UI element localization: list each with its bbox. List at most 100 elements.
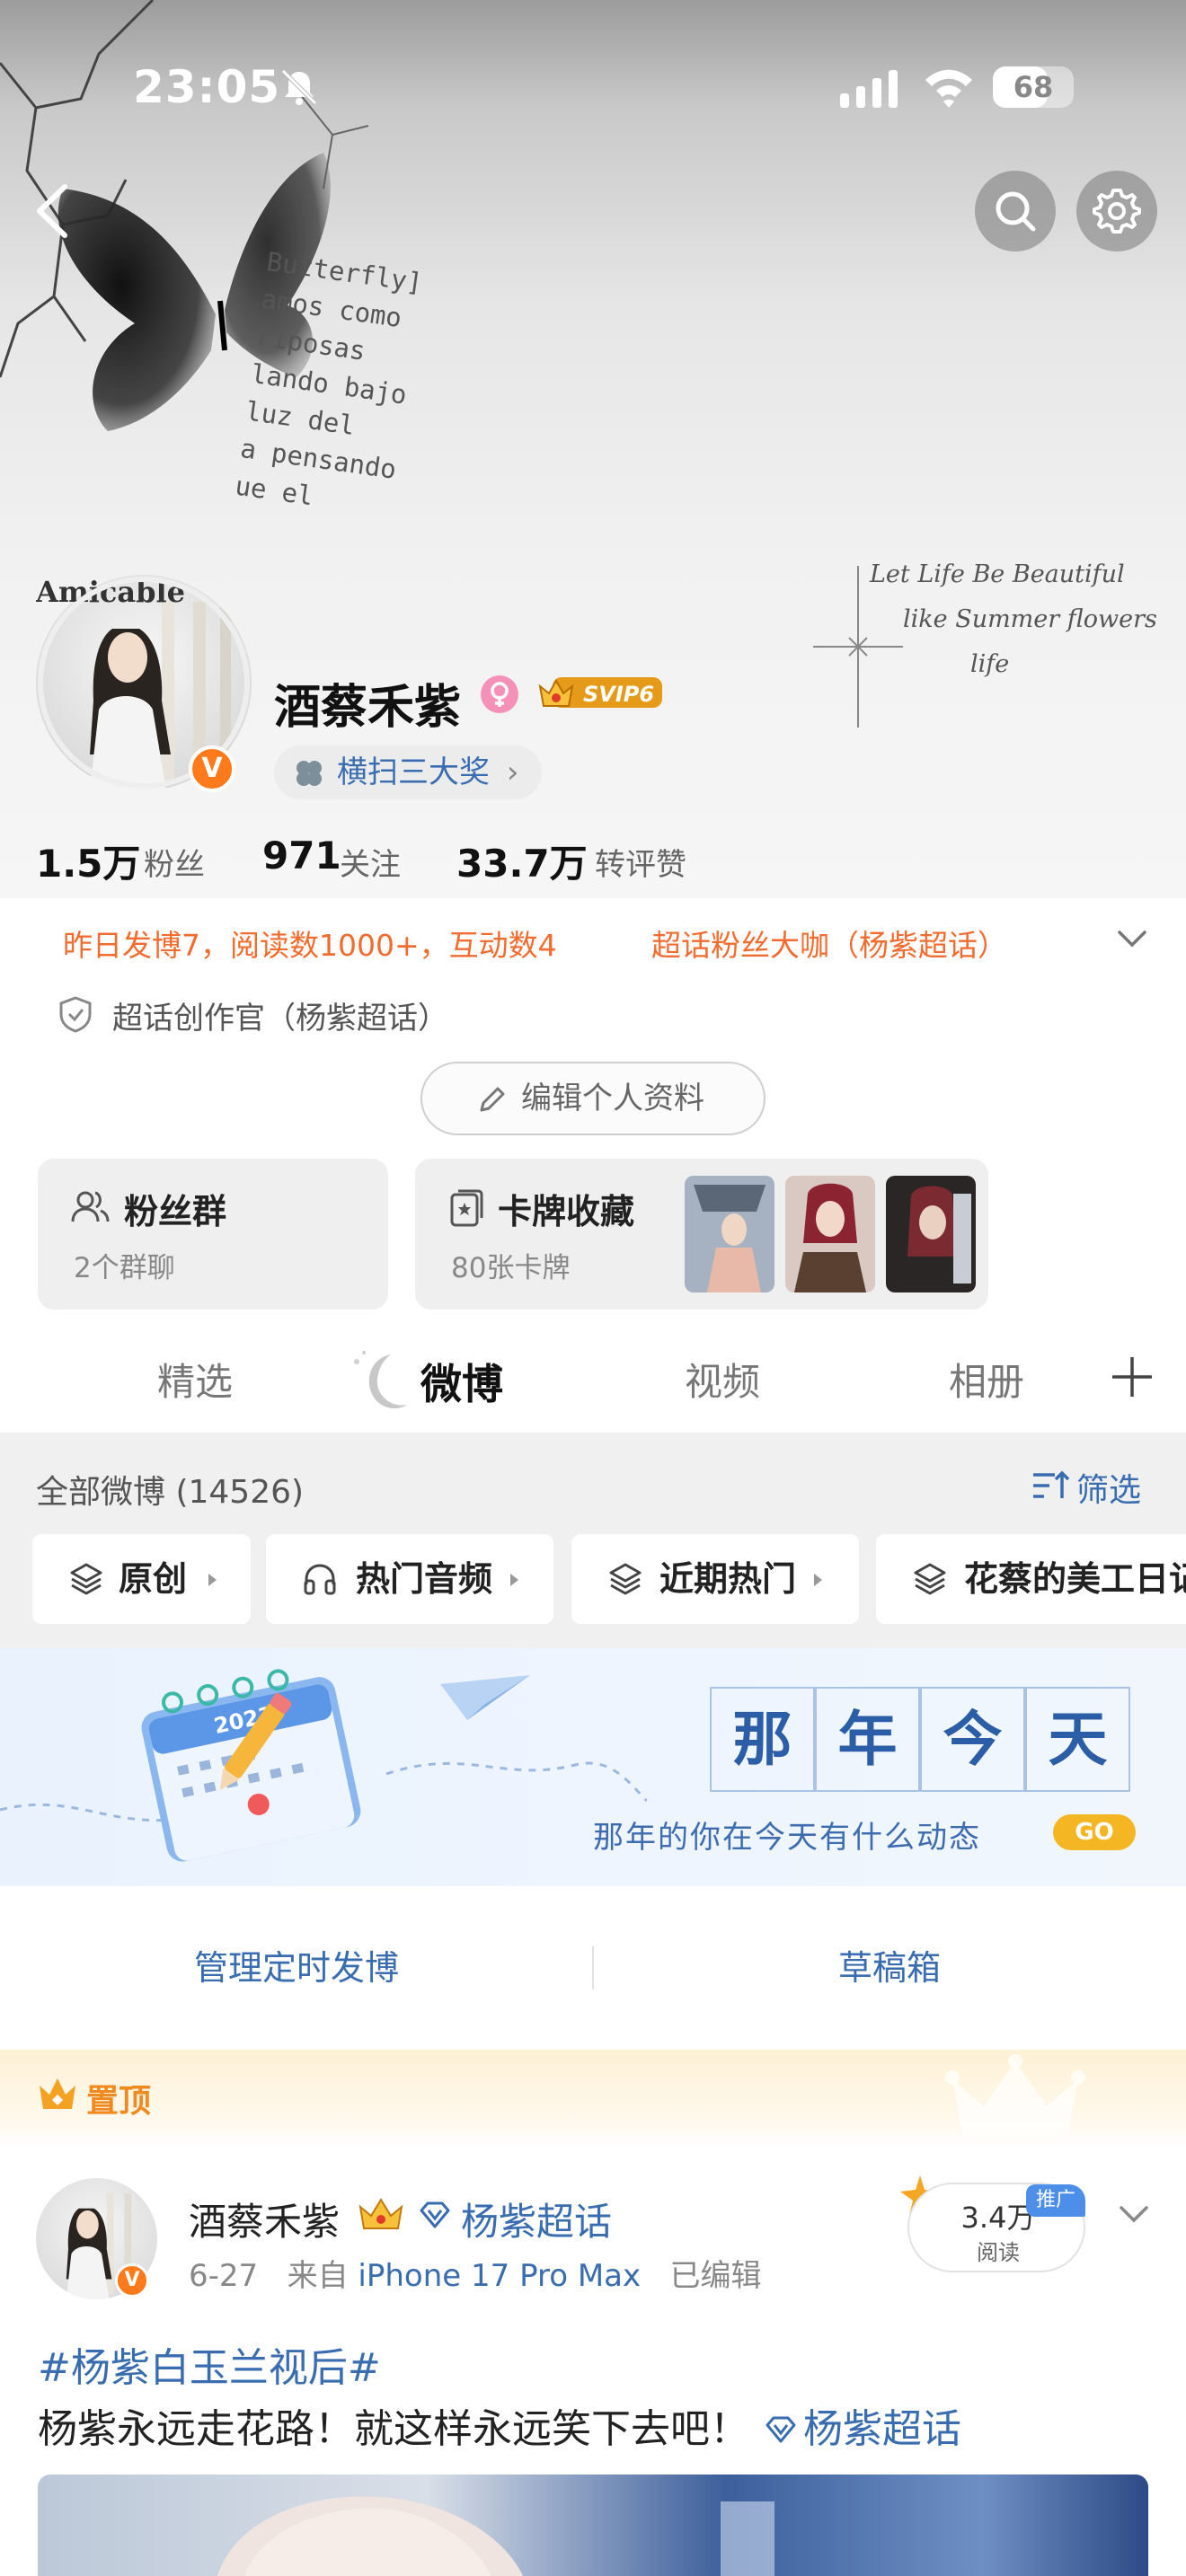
fan-group-card[interactable]: 粉丝群 2个群聊 bbox=[38, 1159, 388, 1310]
activity-summary[interactable]: 昨日发博7，阅读数1000+，互动数4 bbox=[63, 922, 557, 965]
layers-icon bbox=[70, 1563, 102, 1595]
edit-profile-label: 编辑个人资料 bbox=[521, 1081, 704, 1116]
post-photo bbox=[217, 2496, 774, 2576]
verified-badge: V bbox=[189, 745, 235, 792]
post-meta: 6-27 来自 iPhone 17 Pro Max 已编辑 bbox=[189, 2251, 762, 2295]
card-collection-sub: 80张卡牌 bbox=[451, 1252, 571, 1284]
filter-icon bbox=[1033, 1470, 1069, 1498]
filter-button[interactable]: 筛选 bbox=[1031, 1464, 1141, 1511]
chip-art-diary[interactable]: 花蔡的美工日记 bbox=[876, 1534, 1186, 1624]
calendar-illustration: 2023 bbox=[0, 1669, 647, 1862]
post-body: 杨紫永远走花路！就这样永远笑下去吧！ 杨紫超话 bbox=[38, 2396, 961, 2454]
all-posts-count: 全部微博 (14526) bbox=[36, 1474, 305, 1511]
post-username[interactable]: 酒蔡禾紫 bbox=[189, 2192, 340, 2246]
post-device[interactable]: iPhone 17 Pro Max bbox=[358, 2258, 641, 2294]
chevron-down-icon[interactable] bbox=[1114, 925, 1150, 952]
crown-icon bbox=[40, 2078, 75, 2109]
post-source-prefix: 来自 bbox=[287, 2258, 349, 2294]
plus-icon[interactable] bbox=[1110, 1354, 1155, 1399]
award-pill[interactable]: 横扫三大奖 › bbox=[274, 745, 543, 799]
post-date: 6-27 bbox=[189, 2258, 259, 2294]
filter-label: 筛选 bbox=[1076, 1472, 1142, 1509]
cover-text-art: Butterfly] amos como riposas lando bajo … bbox=[233, 243, 447, 529]
quote-line: Let Life Be Beautiful bbox=[870, 560, 1125, 588]
people-icon bbox=[71, 1191, 110, 1222]
read-label: 阅读 bbox=[977, 2240, 1020, 2265]
chip-label: 花蔡的美工日记 bbox=[964, 1559, 1186, 1599]
search-button[interactable] bbox=[975, 171, 1056, 251]
post-topic-text: 杨紫超话 bbox=[461, 2200, 613, 2244]
post-inline-topic[interactable]: 杨紫超话 bbox=[762, 2406, 961, 2452]
likes-count[interactable]: 33.7万 bbox=[456, 834, 588, 888]
profile-name: 酒蔡禾紫 bbox=[274, 681, 462, 735]
shield-icon bbox=[59, 996, 92, 1033]
edit-profile-button[interactable]: 编辑个人资料 bbox=[420, 1062, 766, 1135]
back-arrow-icon[interactable] bbox=[25, 180, 79, 243]
quote-line: life bbox=[970, 650, 1010, 678]
post-edited[interactable]: 已编辑 bbox=[670, 2258, 762, 2294]
status-time: 23:05 bbox=[133, 61, 281, 113]
gear-icon bbox=[1093, 189, 1141, 234]
banner-char: 今 bbox=[920, 1687, 1025, 1792]
award-text: 横扫三大奖 bbox=[337, 754, 490, 790]
svip-badge[interactable]: SVIP6 bbox=[536, 672, 664, 713]
card-thumb bbox=[785, 1176, 875, 1292]
card-icon bbox=[450, 1189, 483, 1227]
chip-hot-audio[interactable]: 热门音频 bbox=[266, 1534, 553, 1624]
layers-icon bbox=[609, 1563, 642, 1595]
drafts-button[interactable]: 草稿箱 bbox=[593, 1915, 1186, 2021]
manage-bar: 管理定时发博 草稿箱 bbox=[0, 1915, 1186, 2021]
crown-decoration bbox=[945, 2054, 1085, 2138]
go-button[interactable]: GO bbox=[1053, 1814, 1136, 1850]
pinned-label: 置顶 bbox=[86, 2083, 152, 2120]
chip-original[interactable]: 原创 bbox=[32, 1534, 251, 1624]
tab-video[interactable]: 视频 bbox=[685, 1352, 760, 1407]
chip-triangle bbox=[814, 1574, 822, 1586]
tab-weibo[interactable]: 微博 bbox=[420, 1352, 503, 1411]
post-topic-link[interactable]: 杨紫超话 bbox=[418, 2192, 612, 2246]
following-count[interactable]: 971 bbox=[262, 834, 341, 878]
layers-icon bbox=[914, 1563, 946, 1595]
followers-count[interactable]: 1.5万 bbox=[36, 834, 140, 888]
female-icon bbox=[481, 675, 518, 713]
card-collection-card[interactable]: 卡牌收藏 80张卡牌 bbox=[415, 1159, 988, 1310]
clover-icon bbox=[296, 761, 322, 786]
diamond-icon bbox=[420, 2201, 450, 2228]
cover-quote: Let Life Be Beautiful like Summer flower… bbox=[845, 552, 1186, 687]
post-verified-badge: V bbox=[115, 2263, 149, 2298]
chevron-down-icon[interactable] bbox=[1116, 2201, 1152, 2228]
chip-recent-hot[interactable]: 近期热门 bbox=[571, 1534, 859, 1624]
fan-title-badge[interactable]: 超话粉丝大咖（杨紫超话） bbox=[651, 922, 1007, 965]
creator-title[interactable]: 超话创作官（杨紫超话） bbox=[112, 993, 448, 1037]
bell-mute-icon bbox=[281, 69, 317, 105]
battery-indicator: 68 bbox=[993, 66, 1074, 108]
banner-char: 天 bbox=[1025, 1687, 1130, 1792]
scheduled-posts-button[interactable]: 管理定时发博 bbox=[0, 1915, 593, 2021]
award-arrow: › bbox=[506, 754, 519, 790]
post-image[interactable] bbox=[38, 2475, 1148, 2576]
following-label[interactable]: 关注 bbox=[340, 840, 401, 884]
banner-char: 年 bbox=[815, 1687, 920, 1792]
card-thumb bbox=[886, 1176, 976, 1292]
chip-label: 近期热门 bbox=[659, 1559, 797, 1599]
promote-tag[interactable]: 推广 bbox=[1026, 2184, 1085, 2217]
banner-char: 那 bbox=[710, 1687, 815, 1792]
crown-badge-icon bbox=[358, 2198, 403, 2229]
banner-subtitle: 那年的你在今天有什么动态 bbox=[593, 1820, 981, 1856]
search-icon bbox=[996, 191, 1036, 232]
post-text: 杨紫永远走花路！就这样永远笑下去吧！ bbox=[38, 2406, 749, 2452]
chip-triangle bbox=[510, 1574, 518, 1586]
tab-featured[interactable]: 精选 bbox=[157, 1352, 233, 1407]
chip-triangle bbox=[208, 1574, 217, 1586]
wifi-icon bbox=[925, 69, 972, 108]
quote-line: like Summer flowers bbox=[903, 605, 1157, 633]
tab-album[interactable]: 相册 bbox=[949, 1352, 1024, 1407]
settings-button[interactable] bbox=[1076, 171, 1157, 251]
chip-label: 热门音频 bbox=[356, 1559, 493, 1599]
moon-icon bbox=[354, 1351, 407, 1409]
post-hashtag[interactable]: #杨紫白玉兰视后# bbox=[38, 2335, 381, 2393]
likes-label[interactable]: 转评赞 bbox=[595, 840, 686, 884]
pencil-icon bbox=[480, 1087, 505, 1112]
on-this-day-banner[interactable]: 2023 那 年 今 天 那年的你在今天有什么动态 GO bbox=[0, 1648, 1186, 1886]
followers-label[interactable]: 粉丝 bbox=[144, 840, 205, 884]
